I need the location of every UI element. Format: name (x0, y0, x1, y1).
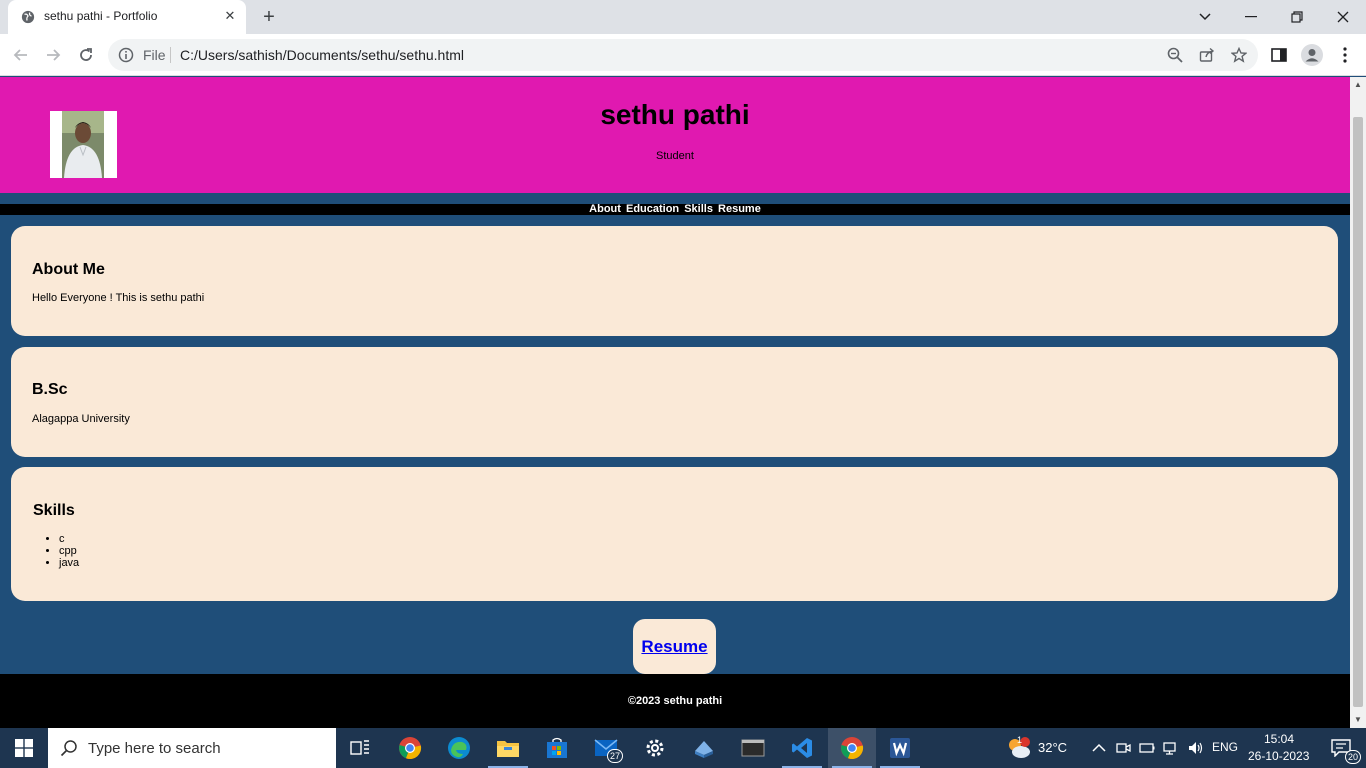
skill-item: c (59, 533, 79, 545)
skills-list: c cpp java (59, 533, 79, 569)
resume-link[interactable]: Resume (641, 637, 707, 657)
task-view-icon (350, 740, 369, 755)
nav-link-resume[interactable]: Resume (717, 203, 762, 215)
browser-tab[interactable]: sethu pathi - Portfolio ✕ (8, 0, 246, 34)
network-drive-icon (695, 741, 713, 758)
page-scrollbar[interactable]: ▲ ▼ (1350, 77, 1366, 728)
taskbar-edge[interactable] (435, 728, 483, 768)
scroll-down-arrow-icon[interactable]: ▼ (1350, 712, 1366, 728)
bookmark-star-icon[interactable] (1231, 47, 1247, 63)
taskbar-file-explorer[interactable] (484, 728, 532, 768)
search-icon (60, 740, 77, 757)
edge-icon (448, 737, 470, 759)
tab-close-icon[interactable]: ✕ (222, 8, 238, 24)
more-menu-icon[interactable] (1336, 46, 1354, 64)
taskbar-chrome[interactable] (386, 728, 434, 768)
minimize-button[interactable] (1228, 0, 1274, 34)
gear-icon (646, 739, 664, 757)
browser-toolbar: File C:/Users/sathish/Documents/sethu/se… (0, 34, 1366, 76)
store-icon (547, 737, 567, 758)
about-heading: About Me (32, 261, 105, 278)
taskbar-network-app[interactable] (680, 728, 728, 768)
start-button[interactable] (0, 728, 48, 768)
folder-icon (497, 741, 519, 757)
taskbar-terminal[interactable] (729, 728, 777, 768)
taskbar-word[interactable] (876, 728, 924, 768)
nav-link-education[interactable]: Education (625, 203, 680, 215)
skill-item: java (59, 557, 79, 569)
chrome-icon (399, 737, 422, 759)
side-panel-icon[interactable] (1270, 46, 1288, 64)
windows-logo-icon (15, 739, 33, 757)
notification-center-button[interactable]: 20 (1316, 728, 1366, 768)
taskbar-chrome-active[interactable] (828, 728, 876, 768)
site-subtitle: Student (656, 150, 694, 162)
chrome-icon (841, 737, 864, 759)
notification-badge: 20 (1344, 750, 1361, 764)
word-icon (890, 738, 910, 758)
url-text[interactable]: C:/Users/sathish/Documents/sethu/sethu.h… (180, 47, 464, 63)
about-section: About Me Hello Everyone ! This is sethu … (11, 226, 1338, 336)
task-view-button[interactable] (336, 728, 384, 768)
browser-tab-bar: sethu pathi - Portfolio ✕ + (0, 0, 1366, 34)
mail-badge: 27 (606, 749, 623, 763)
share-icon[interactable] (1199, 47, 1215, 63)
back-arrow-icon (13, 49, 27, 61)
terminal-icon (741, 739, 765, 757)
address-bar[interactable]: File C:/Users/sathish/Documents/sethu/se… (108, 39, 1258, 71)
taskbar-store[interactable] (533, 728, 581, 768)
battery-icon[interactable] (1139, 740, 1155, 756)
forward-arrow-icon (47, 49, 61, 61)
nav-link-skills[interactable]: Skills (683, 203, 714, 215)
new-tab-button[interactable]: + (258, 6, 280, 28)
language-indicator[interactable]: ENG (1212, 740, 1238, 754)
page-footer: ©2023 sethu pathi (0, 674, 1350, 728)
tab-search-chevron-down-icon[interactable] (1182, 0, 1228, 34)
skills-heading: Skills (33, 502, 75, 519)
web-page: sethu pathi Student About Education Skil… (0, 77, 1350, 728)
reload-button[interactable] (73, 42, 99, 68)
scroll-up-arrow-icon[interactable]: ▲ (1350, 77, 1366, 93)
resume-box: Resume (633, 619, 716, 674)
globe-icon (21, 10, 35, 24)
forward-button[interactable] (40, 42, 66, 68)
taskbar-mail[interactable]: 27 (582, 728, 630, 768)
education-text: Alagappa University (32, 413, 130, 425)
taskbar-vscode[interactable] (778, 728, 826, 768)
education-heading: B.Sc (32, 381, 68, 398)
clock-date[interactable]: 26-10-2023 (1248, 749, 1309, 763)
weather-temperature[interactable]: 32°C (1038, 740, 1067, 755)
tab-title: sethu pathi - Portfolio (44, 9, 158, 23)
windows-taskbar: Type here to search 27 1 32°C ENG 15:04 … (0, 728, 1366, 768)
zoom-icon[interactable] (1167, 47, 1183, 63)
scrollbar-thumb[interactable] (1353, 117, 1363, 707)
info-icon[interactable] (118, 47, 134, 63)
file-scheme-label: File (143, 47, 166, 63)
close-window-button[interactable] (1320, 0, 1366, 34)
profile-avatar-icon[interactable] (1301, 44, 1323, 66)
site-title: sethu pathi (600, 99, 750, 130)
taskbar-search-box[interactable]: Type here to search (48, 728, 336, 768)
vscode-icon (792, 738, 812, 758)
taskbar-settings[interactable] (631, 728, 679, 768)
taskbar-search-placeholder: Type here to search (88, 740, 221, 757)
about-text: Hello Everyone ! This is sethu pathi (32, 292, 205, 304)
weather-badge: 1 (1017, 735, 1023, 745)
nav-link-about[interactable]: About (588, 203, 622, 215)
restore-button[interactable] (1274, 0, 1320, 34)
address-divider (170, 47, 171, 63)
page-nav: About Education Skills Resume (0, 204, 1350, 215)
skills-section: Skills c cpp java (11, 467, 1338, 601)
education-section: B.Sc Alagappa University (11, 347, 1338, 457)
clock-time[interactable]: 15:04 (1264, 732, 1294, 746)
volume-icon[interactable] (1187, 740, 1203, 756)
back-button[interactable] (8, 42, 34, 68)
page-header: sethu pathi Student (0, 77, 1350, 193)
skill-item: cpp (59, 545, 79, 557)
reload-icon (80, 48, 92, 61)
meet-now-icon[interactable] (1115, 740, 1131, 756)
chevron-up-icon[interactable] (1091, 740, 1107, 756)
network-icon[interactable] (1163, 740, 1179, 756)
